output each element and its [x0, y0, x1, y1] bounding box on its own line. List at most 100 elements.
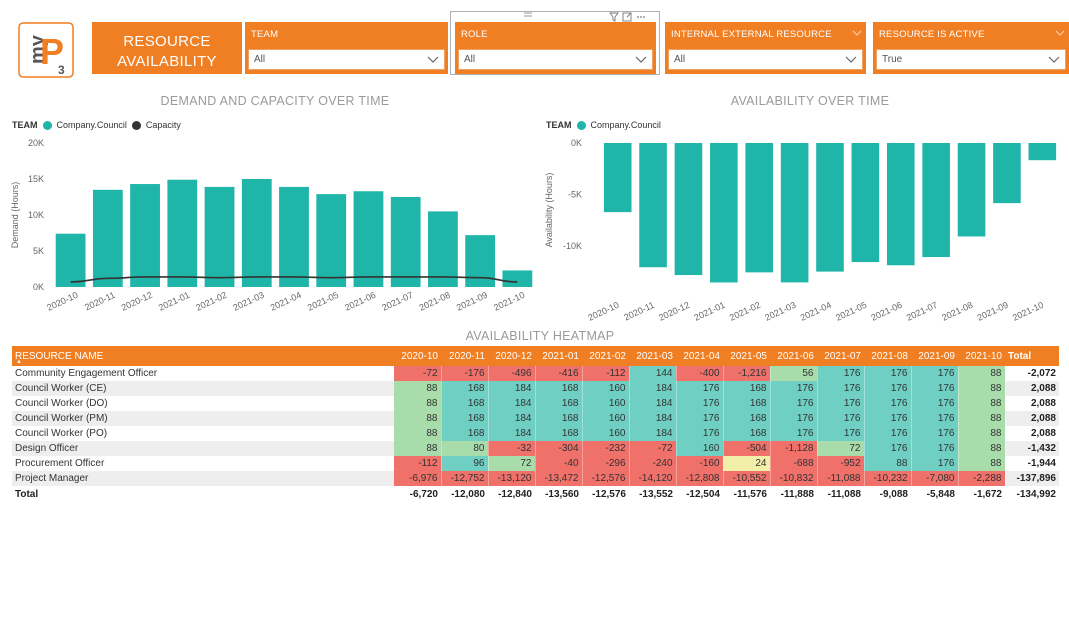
- heatmap-cell[interactable]: 56: [770, 366, 818, 381]
- heatmap-cell[interactable]: 88: [958, 381, 1006, 396]
- availability-bar[interactable]: [886, 143, 915, 266]
- demand-bar[interactable]: [428, 211, 458, 287]
- heatmap-cell[interactable]: -10,232: [864, 471, 912, 486]
- heatmap-cell[interactable]: 176: [770, 396, 818, 411]
- team-filter-dropdown[interactable]: All: [248, 49, 445, 70]
- heatmap-cell[interactable]: 168: [441, 381, 489, 396]
- heatmap-cell[interactable]: 184: [488, 411, 536, 426]
- heatmap-cell[interactable]: -688: [770, 456, 818, 471]
- column-header-month[interactable]: 2021-10: [958, 346, 1005, 366]
- heatmap-cell[interactable]: -12,808: [676, 471, 724, 486]
- heatmap-cell[interactable]: -12,752: [441, 471, 489, 486]
- demand-bar[interactable]: [92, 189, 123, 287]
- legend-item-council[interactable]: Company.Council: [591, 120, 661, 130]
- heatmap-cell[interactable]: -6,976: [394, 471, 442, 486]
- filter-icon[interactable]: [609, 12, 619, 22]
- heatmap-cell[interactable]: 168: [441, 426, 489, 441]
- legend-item-capacity[interactable]: Capacity: [146, 120, 181, 130]
- heatmap-cell[interactable]: 184: [629, 381, 677, 396]
- heatmap-cell[interactable]: 184: [488, 396, 536, 411]
- heatmap-cell[interactable]: 176: [770, 381, 818, 396]
- heatmap-cell[interactable]: 176: [911, 411, 959, 426]
- heatmap-cell[interactable]: 184: [629, 426, 677, 441]
- heatmap-cell[interactable]: -1,216: [723, 366, 771, 381]
- column-header-month[interactable]: 2020-11: [441, 346, 488, 366]
- heatmap-cell[interactable]: 176: [676, 411, 724, 426]
- availability-bar[interactable]: [816, 143, 844, 272]
- heatmap-cell[interactable]: 88: [958, 426, 1006, 441]
- heatmap-cell[interactable]: -12,576: [582, 471, 630, 486]
- availability-bar[interactable]: [1028, 143, 1057, 161]
- column-header-month[interactable]: 2021-06: [770, 346, 817, 366]
- heatmap-cell[interactable]: -14,120: [629, 471, 677, 486]
- heatmap-cell[interactable]: -400: [676, 366, 724, 381]
- heatmap-cell[interactable]: 96: [441, 456, 489, 471]
- table-row[interactable]: Council Worker (CE) 88 168 184 168 160 184 176 1…: [12, 381, 1059, 396]
- table-row[interactable]: Community Engagement Officer -72 -176 -496-…: [12, 366, 1059, 381]
- heatmap-cell[interactable]: -72: [629, 441, 677, 456]
- heatmap-cell[interactable]: -2,288: [958, 471, 1006, 486]
- heatmap-cell[interactable]: 160: [582, 381, 630, 396]
- heatmap-cell[interactable]: -40: [535, 456, 583, 471]
- column-header-month[interactable]: 2020-12: [488, 346, 535, 366]
- heatmap-cell[interactable]: -1,128: [770, 441, 818, 456]
- heatmap-cell[interactable]: 88: [394, 411, 442, 426]
- heatmap-cell[interactable]: 176: [911, 366, 959, 381]
- demand-bar[interactable]: [390, 197, 421, 287]
- heatmap-cell[interactable]: 176: [817, 411, 865, 426]
- heatmap-cell[interactable]: -112: [394, 456, 442, 471]
- heatmap-cell[interactable]: 176: [911, 441, 959, 456]
- heatmap-cell[interactable]: 88: [394, 441, 442, 456]
- heatmap-cell[interactable]: 176: [817, 426, 865, 441]
- availability-bar[interactable]: [851, 143, 880, 263]
- heatmap-cell[interactable]: 72: [817, 441, 865, 456]
- heatmap-cell[interactable]: 168: [535, 426, 583, 441]
- column-header-month[interactable]: 2021-07: [817, 346, 864, 366]
- column-header-month[interactable]: 2021-02: [582, 346, 629, 366]
- heatmap-cell[interactable]: -952: [817, 456, 865, 471]
- drag-handle-icon[interactable]: [524, 11, 532, 19]
- heatmap-cell[interactable]: 168: [535, 411, 583, 426]
- demand-bar[interactable]: [241, 179, 272, 287]
- team-filter[interactable]: TEAM All: [245, 22, 448, 74]
- heatmap-cell[interactable]: 80: [441, 441, 489, 456]
- heatmap-cell[interactable]: 168: [441, 411, 489, 426]
- heatmap-cell[interactable]: 168: [723, 426, 771, 441]
- heatmap-cell[interactable]: 176: [864, 366, 912, 381]
- heatmap-cell[interactable]: 176: [676, 381, 724, 396]
- table-row[interactable]: Project Manager -6,976 -12,752 -13,120 -13,4…: [12, 471, 1059, 486]
- demand-bar[interactable]: [279, 186, 309, 287]
- heatmap-cell[interactable]: 168: [723, 381, 771, 396]
- heatmap-cell[interactable]: 160: [582, 411, 630, 426]
- internal-external-filter[interactable]: INTERNAL EXTERNAL RESOURCE All: [665, 22, 866, 74]
- heatmap-cell[interactable]: 168: [441, 396, 489, 411]
- internal-external-filter-dropdown[interactable]: All: [668, 49, 863, 70]
- heatmap-cell[interactable]: 160: [676, 441, 724, 456]
- column-header-month[interactable]: 2021-01: [535, 346, 582, 366]
- heatmap-cell[interactable]: -496: [488, 366, 536, 381]
- heatmap-cell[interactable]: 88: [958, 396, 1006, 411]
- heatmap-cell[interactable]: -7,080: [911, 471, 959, 486]
- heatmap-cell[interactable]: 168: [723, 396, 771, 411]
- heatmap-cell[interactable]: 176: [817, 381, 865, 396]
- availability-bar[interactable]: [639, 143, 667, 268]
- heatmap-cell[interactable]: -10,832: [770, 471, 818, 486]
- heatmap-cell[interactable]: 88: [958, 441, 1006, 456]
- heatmap-cell[interactable]: -112: [582, 366, 630, 381]
- demand-bar[interactable]: [465, 235, 496, 287]
- heatmap-cell[interactable]: 176: [864, 441, 912, 456]
- heatmap-cell[interactable]: 88: [864, 456, 912, 471]
- heatmap-cell[interactable]: 160: [582, 426, 630, 441]
- heatmap-cell[interactable]: -416: [535, 366, 583, 381]
- heatmap-cell[interactable]: -11,088: [817, 471, 865, 486]
- heatmap-cell[interactable]: 184: [629, 411, 677, 426]
- availability-bar[interactable]: [780, 143, 809, 283]
- resource-active-filter[interactable]: RESOURCE IS ACTIVE True: [873, 22, 1069, 74]
- heatmap-cell[interactable]: -504: [723, 441, 771, 456]
- column-header-month[interactable]: 2021-09: [911, 346, 958, 366]
- demand-bar[interactable]: [316, 194, 347, 287]
- heatmap-cell[interactable]: 88: [958, 366, 1006, 381]
- table-row[interactable]: Council Worker (DO) 88 168 184 168 160 184 176 1…: [12, 396, 1059, 411]
- heatmap-cell[interactable]: 176: [817, 366, 865, 381]
- table-row[interactable]: Design Officer 88 80 -32 -304 -232 -72 160 -504-…: [12, 441, 1059, 456]
